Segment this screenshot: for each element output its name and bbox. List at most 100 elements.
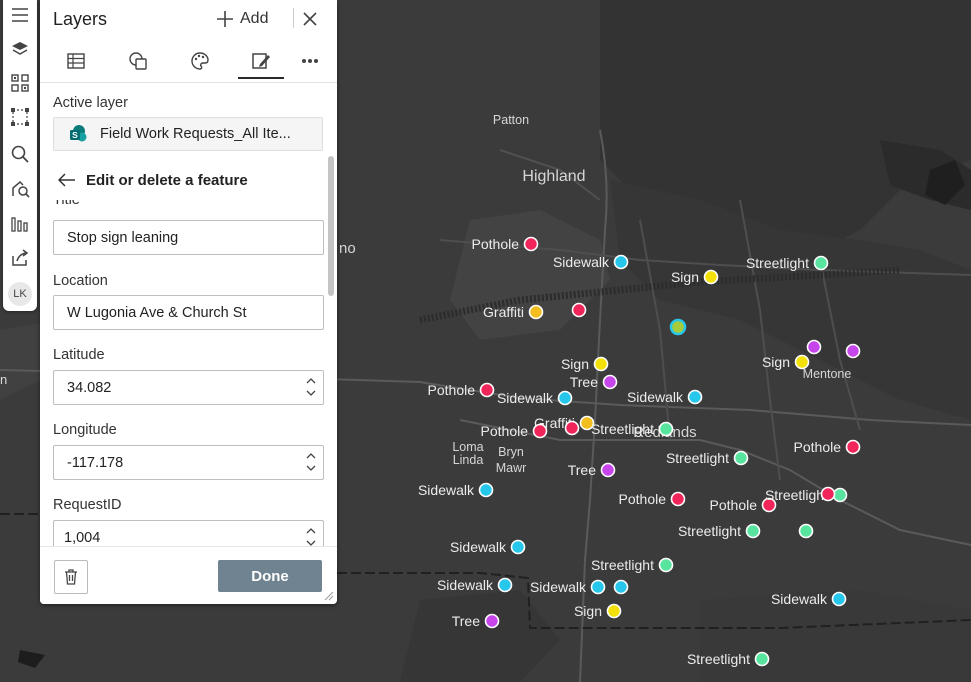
back-button[interactable] <box>58 170 78 190</box>
tab-geometry[interactable] <box>114 40 162 82</box>
select-icon[interactable] <box>8 105 32 129</box>
feature-point-sidewalk[interactable] <box>590 579 606 595</box>
feature-label: Pothole <box>481 423 529 439</box>
feature-point-pothole[interactable] <box>523 236 539 252</box>
layers-panel: Layers Add Active layer S Field Work Req… <box>40 0 337 604</box>
feature-point-graffiti[interactable] <box>528 304 544 320</box>
analysis-icon[interactable] <box>8 212 32 236</box>
selected-feature-point[interactable] <box>669 318 687 336</box>
place-highland: Highland <box>522 168 585 185</box>
feature-point-sidewalk[interactable] <box>687 389 703 405</box>
feature-label: Sidewalk <box>418 482 475 498</box>
feature-label: Streetlight <box>666 450 729 466</box>
feature-point-pothole[interactable] <box>571 302 587 318</box>
tab-table[interactable] <box>52 40 100 82</box>
feature-point-tree[interactable] <box>600 462 616 478</box>
layers-icon[interactable] <box>8 37 32 61</box>
resize-handle-icon[interactable] <box>324 591 334 601</box>
requestid-label: RequestID <box>53 497 122 513</box>
panel-title: Layers <box>53 9 108 29</box>
feature-point-pothole[interactable] <box>532 423 548 439</box>
longitude-stepper-icon[interactable] <box>305 450 317 474</box>
latitude-field[interactable]: 34.082 <box>53 370 324 405</box>
feature-point-sidewalk[interactable] <box>510 539 526 555</box>
feature-label: Pothole <box>794 439 842 455</box>
more-icon <box>302 59 318 63</box>
feature-label: Tree <box>452 613 480 629</box>
feature-label: Sign <box>574 603 602 619</box>
add-label: Add <box>240 10 269 27</box>
feature-point-sidewalk[interactable] <box>613 579 629 595</box>
feature-point-tree[interactable] <box>602 374 618 390</box>
palette-icon <box>191 52 209 70</box>
edit-icon <box>252 53 270 69</box>
feature-point-tree[interactable] <box>806 339 822 355</box>
feature-point-sidewalk[interactable] <box>497 577 513 593</box>
delete-button[interactable] <box>54 560 88 594</box>
feature-form: Title Stop sign leaning Location W Lugon… <box>40 200 337 546</box>
feature-label: Sidewalk <box>437 577 494 593</box>
arrow-left-icon <box>58 173 75 187</box>
feature-point-sign[interactable] <box>606 603 622 619</box>
place-loma-linda-1: Loma <box>452 440 483 454</box>
feature-point-sidewalk[interactable] <box>478 482 494 498</box>
search-icon[interactable] <box>8 142 32 166</box>
feature-point-pothole[interactable] <box>564 420 580 436</box>
feature-point-tree[interactable] <box>484 613 500 629</box>
feature-point-streetlight[interactable] <box>658 421 674 437</box>
active-layer-selector[interactable]: S Field Work Requests_All Ite... <box>53 117 323 151</box>
tab-styles[interactable] <box>176 40 224 82</box>
place-loma-linda-2: Linda <box>453 453 484 467</box>
feature-point-streetlight[interactable] <box>832 487 848 503</box>
share-icon[interactable] <box>8 246 32 270</box>
feature-point-sign[interactable] <box>593 356 609 372</box>
feature-point-pothole[interactable] <box>479 382 495 398</box>
feature-label: Streetlight <box>591 557 654 573</box>
basemap-gallery-icon[interactable] <box>8 71 32 95</box>
locate-icon[interactable] <box>8 177 32 201</box>
tab-more[interactable] <box>286 40 334 82</box>
feature-point-streetlight[interactable] <box>798 523 814 539</box>
feature-point-tree[interactable] <box>845 343 861 359</box>
feature-point-streetlight[interactable] <box>733 450 749 466</box>
feature-point-sign[interactable] <box>703 269 719 285</box>
feature-point-sidewalk[interactable] <box>557 390 573 406</box>
requestid-field[interactable]: 1,004 <box>53 520 324 546</box>
add-button[interactable]: Add <box>216 8 268 30</box>
trash-icon <box>65 569 77 585</box>
feature-label: Streetlight <box>591 421 654 437</box>
place-cut-off: no <box>339 240 356 257</box>
feature-point-sign[interactable] <box>794 354 810 370</box>
title-value: Stop sign leaning <box>67 229 179 246</box>
feature-point-streetlight[interactable] <box>813 255 829 271</box>
feature-label: Sign <box>671 269 699 285</box>
user-avatar[interactable]: LK <box>8 282 32 306</box>
place-patton: Patton <box>493 113 529 127</box>
feature-label: Streetlight <box>746 255 809 271</box>
feature-point-streetlight[interactable] <box>754 651 770 667</box>
tab-edit[interactable] <box>237 40 285 82</box>
feature-point-sidewalk[interactable] <box>831 591 847 607</box>
title-label: Title <box>53 200 80 208</box>
shapes-icon <box>129 52 147 70</box>
feature-point-streetlight[interactable] <box>658 557 674 573</box>
feature-point-pothole[interactable] <box>670 491 686 507</box>
latitude-stepper-icon[interactable] <box>305 375 317 399</box>
feature-point-pothole[interactable] <box>845 439 861 455</box>
feature-point-sidewalk[interactable] <box>613 254 629 270</box>
feature-point-streetlight[interactable] <box>745 523 761 539</box>
location-field[interactable]: W Lugonia Ave & Church St <box>53 295 324 330</box>
feature-label: Streetlight <box>687 651 750 667</box>
place-cut-off-2: n <box>0 372 7 387</box>
title-field[interactable]: Stop sign leaning <box>53 220 324 255</box>
location-label: Location <box>53 273 108 289</box>
close-button[interactable] <box>299 8 321 30</box>
table-icon <box>67 53 85 69</box>
latitude-label: Latitude <box>53 347 105 363</box>
requestid-stepper-icon[interactable] <box>305 525 317 546</box>
feature-point-pothole[interactable] <box>820 486 836 502</box>
done-button[interactable]: Done <box>218 560 322 592</box>
form-scrollbar[interactable] <box>328 156 334 296</box>
longitude-field[interactable]: -117.178 <box>53 445 324 480</box>
menu-icon[interactable] <box>8 3 32 27</box>
